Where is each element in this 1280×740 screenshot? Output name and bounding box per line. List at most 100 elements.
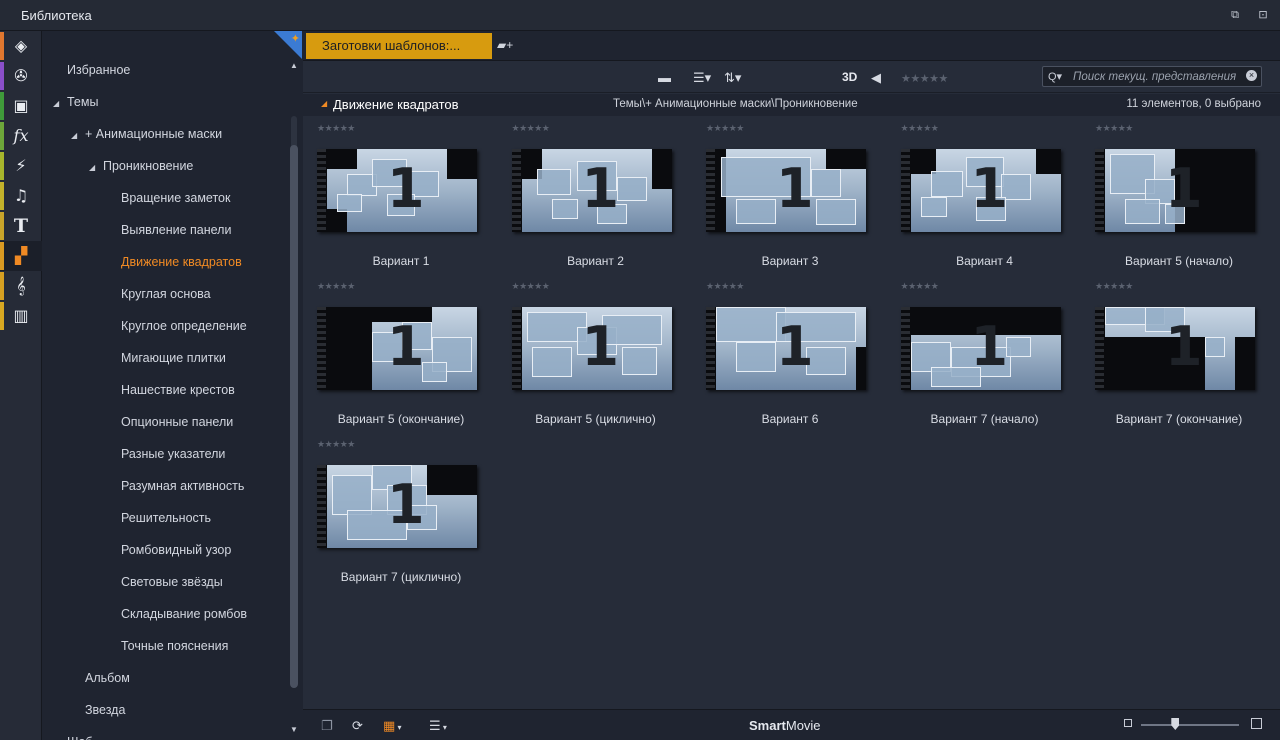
tree-item[interactable]: ◢ Темы [53,92,98,112]
sync-icon[interactable]: ⟳ [352,718,363,734]
tree-item[interactable]: Вращение заметок [121,188,230,208]
rail-item-clef[interactable]: 𝄞 [0,271,42,301]
tree-item[interactable]: Складывание ромбов [121,604,247,624]
template-thumbnail[interactable]: 1 [317,307,477,390]
smartmovie-button[interactable]: SmartMovie [749,718,821,733]
search-icon[interactable]: Q▾ [1048,70,1062,83]
rail-stripe [0,242,4,270]
template-item[interactable]: ★★★★★ 1 Вариант 5 (циклично) [501,279,679,437]
zoom-slider-track[interactable] [1141,724,1239,726]
tree-item[interactable]: Выявление панели [121,220,231,240]
rating-filter[interactable]: ★★★★★ [901,71,948,87]
rail-item-music-note[interactable]: ♫ [0,181,42,211]
rail-item-photos[interactable]: ▣ [0,91,42,121]
tree-item[interactable]: ◢ + Анимационные маски [71,124,222,144]
tag-icon[interactable]: ◀ [871,70,881,86]
tree-item[interactable]: Движение квадратов [121,252,242,272]
menu-icon[interactable]: ☰ ▾ [429,718,447,734]
grid-view-icon[interactable]: ▦ ▾ [383,718,402,734]
rating-stars[interactable]: ★★★★★ [317,439,355,450]
template-item[interactable]: ★★★★★ 1 Вариант 7 (окончание) [1084,279,1262,437]
zoom-out-icon[interactable] [1124,719,1132,727]
rating-stars[interactable]: ★★★★★ [706,281,744,292]
template-thumbnail[interactable]: 1 [317,465,477,548]
tree-item[interactable]: Мигающие плитки [121,348,226,368]
rating-stars[interactable]: ★★★★★ [512,281,550,292]
list-view-icon[interactable]: ☰▾ [693,70,711,86]
template-item[interactable]: ★★★★★ 1 Вариант 3 [695,121,873,279]
template-thumbnail[interactable]: 1 [511,149,672,232]
tree-item[interactable]: ▸Шаб [53,732,93,740]
rating-stars[interactable]: ★★★★★ [901,123,939,134]
tree-item[interactable]: Круглое определение [121,316,247,336]
collapse-icon[interactable]: ◢ [321,99,327,108]
template-item[interactable]: ★★★★★ 1 Вариант 5 (начало) [1084,121,1262,279]
tree-item[interactable]: Разные указатели [121,444,225,464]
expand-arrow-icon[interactable]: ◢ [89,158,103,178]
template-item[interactable]: ★★★★★ 1 Вариант 1 [306,121,484,279]
tree-item[interactable]: Ромбовидный узор [121,540,231,560]
rail-item-effects[interactable]: fx [0,121,42,151]
scroll-down-icon[interactable]: ▼ [289,725,299,734]
template-item[interactable]: ★★★★★ 1 Вариант 2 [501,121,679,279]
template-label: Вариант 3 [761,254,819,268]
3d-filter-button[interactable]: 3D [842,70,857,84]
tree-item[interactable]: Круглая основа [121,284,211,304]
template-thumbnail[interactable]: 1 [900,307,1061,390]
template-thumbnail[interactable]: 1 [511,307,672,390]
copy-icon[interactable]: ❐ [321,718,333,734]
rating-stars[interactable]: ★★★★★ [512,123,550,134]
template-thumbnail[interactable]: 1 [706,149,866,232]
expand-arrow-icon[interactable]: ▸ [53,734,67,740]
zoom-in-icon[interactable] [1251,718,1262,729]
rating-stars[interactable]: ★★★★★ [1095,281,1133,292]
tab-templates[interactable]: Заготовки шаблонов:... [306,33,492,59]
folder-icon[interactable]: ▬ [658,70,671,86]
sort-icon[interactable]: ⇅▾ [724,70,741,86]
template-item[interactable]: ★★★★★ 1 Вариант 7 (циклично) [306,437,484,595]
rail-item-film-reel[interactable]: ✇ [0,61,42,91]
tree-scrollbar[interactable]: ▲ ▼ [289,61,299,737]
rail-item-montage[interactable]: ▞ [0,241,42,271]
pin-icon[interactable]: ✦ [291,32,300,45]
tree-item[interactable]: Альбом [85,668,130,688]
template-thumbnail[interactable]: 1 [1095,149,1255,232]
template-item[interactable]: ★★★★★ 1 Вариант 6 [695,279,873,437]
template-thumbnail[interactable]: 1 [1095,307,1255,390]
search-input[interactable] [1073,69,1239,85]
template-thumbnail[interactable]: 1 [900,149,1061,232]
rail-item-title[interactable]: T [0,211,42,241]
rail-item-piano[interactable]: ▥ [0,301,42,331]
template-item[interactable]: ★★★★★ 1 Вариант 4 [890,121,1068,279]
rating-stars[interactable]: ★★★★★ [317,123,355,134]
tree-item[interactable]: Решительность [121,508,211,528]
detach-icon[interactable]: ⊡ [1256,8,1270,22]
rail-item-package[interactable]: ◈ [0,31,42,61]
scroll-up-icon[interactable]: ▲ [289,61,299,70]
restore-icon[interactable]: ⧉ [1228,8,1242,22]
expand-arrow-icon[interactable]: ◢ [71,126,85,146]
template-item[interactable]: ★★★★★ 1 Вариант 7 (начало) [890,279,1068,437]
tree-item[interactable]: Световые звёзды [121,572,223,592]
zoom-slider-thumb[interactable] [1171,718,1180,730]
rail-item-lightning[interactable]: ⚡ [0,151,42,181]
scroll-thumb[interactable] [290,145,298,688]
template-item[interactable]: ★★★★★ 1 Вариант 5 (окончание) [306,279,484,437]
tree-item[interactable]: Звезда [85,700,125,720]
rating-stars[interactable]: ★★★★★ [706,123,744,134]
rating-stars[interactable]: ★★★★★ [317,281,355,292]
clear-search-icon[interactable]: × [1246,70,1257,81]
rating-stars[interactable]: ★★★★★ [901,281,939,292]
tree-item[interactable]: Избранное [67,60,130,80]
tree-item[interactable]: Нашествие крестов [121,380,235,400]
tree-item[interactable]: ◢ Проникновение [89,156,193,176]
tree-item[interactable]: Точные пояснения [121,636,228,656]
expand-arrow-icon[interactable]: ◢ [53,94,67,114]
tree-item[interactable]: Опционные панели [121,412,233,432]
template-thumbnail[interactable]: 1 [317,149,477,232]
rating-stars[interactable]: ★★★★★ [1095,123,1133,134]
template-thumbnail[interactable]: 1 [706,307,866,390]
search-box[interactable]: Q▾ × [1042,66,1262,87]
tree-item[interactable]: Разумная активность [121,476,244,496]
add-tab-icon[interactable]: ▰+ [497,38,513,52]
